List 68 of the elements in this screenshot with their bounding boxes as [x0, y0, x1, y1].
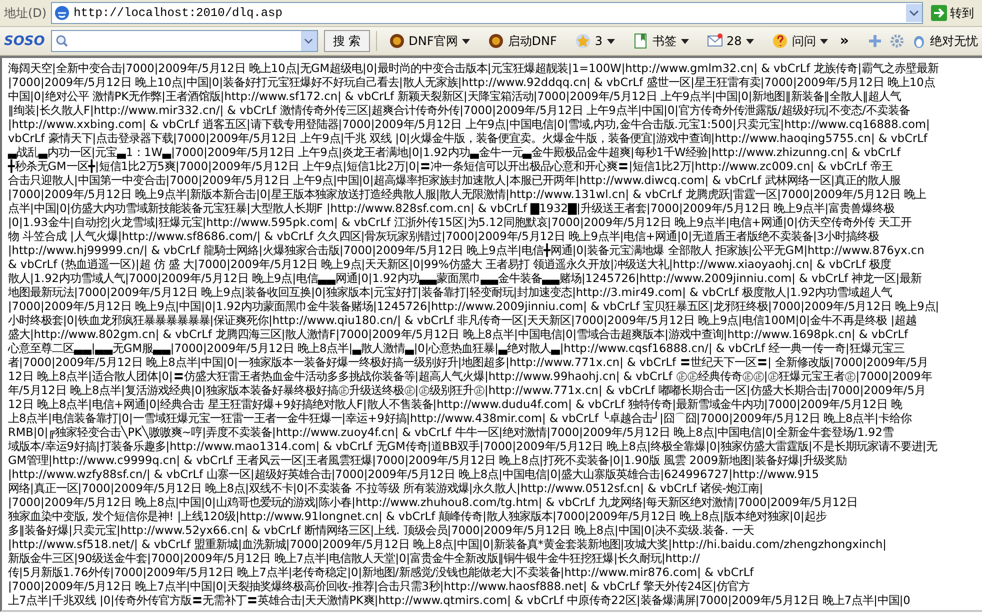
- text-line: |7000|2009年/5月12日 晚上10点|中国|0|装备好打元宝狂爆好不好玩自己看去|散人无家族|http://www.92ddqq.cn| & vbCrLf 盛世一区|星王狂雷有卖|7000|2009年/5月12日 晚上10点: [8, 76, 935, 90]
- text-line: 散人|1.92内功雪域人气|7000|2009年/5月12日 晚上9点|电信▃▃网通|0|1.92内功▃▃蒙面黑巾▃▃金牛装备▃▃赌场|1245726|http://www.2009jinniu.com| & vbCrLf 神龙一区|最新: [8, 272, 922, 286]
- arrow-icon: [931, 5, 947, 21]
- text-line: 小时终极套|0|铁血龙邪疯狂暴暴暴暴暴暴|保证爽死你|http://www.qiu180.cn/| & vbCrLf 非凡传奇一区|天天新区|7000|2009年/5月12日 晚上9点|电信100M|0|金牛不再是终极 |超越: [8, 314, 917, 328]
- toolbar-button[interactable]: 问问: [766, 32, 834, 50]
- text-line: |http://www.wzfy88sf.cn/| & vbCrLf 山寨一区|超级好英雄合击|7000|2009年/5月12日 晚上8点|中国电信|0|盛大山寨版英雄合击|624996727|http://www.915: [8, 468, 819, 482]
- text-line: |0|1.93金牛|自动挖|火龙雪域|狂爆元宝|http://www.595pk.com| & vbCrLf 江浙外传15区|为5.12同胞默哀|7000|2009年/5月12日 晚上9点半|电信+网通|0|仿天空传奇外传 天工开: [8, 216, 912, 230]
- text-line: RMB|0|╔独家轻变合击╲PK╲嗷嗷爽~哼|弄度不卖装备|http://www.zuoy4f.cn| & vbCrLf 牛牛一区|绝对激情|7000|2009年/5月12日 晚上8点|中国电信|0|全新金牛套登场/1.92雪: [8, 426, 894, 440]
- address-field[interactable]: http://localhost:2010/dlq.asp: [50, 2, 923, 24]
- caret-icon: [606, 38, 615, 44]
- dropdown-icon[interactable]: [906, 4, 922, 22]
- text-line: 中国|0|绝对公平 激情PK无作弊|王者酒馆版|http://www.sf172.cn| & vbCrLf 新颖天裂新区|天降宝箱活动|7000|2009年/5月12日 上午9点半|中国|0|新地图‖新装备‖全散人‖超人气: [8, 90, 902, 104]
- text-line: 网络|真正一区|7000|2009年/5月12日 晚上8点|双线不卡|0|不卖装备 不拉等级 所有装游戏爆|永久散人|http://www.0512sf.cn| & vbCrLf 诸侯-炮江南|: [8, 482, 764, 496]
- bookmark-icon: [632, 33, 649, 49]
- text-line: 心意至尊二区▃▃|▃▃无GM服▃▃|7000|2009年/5月12日 晚上8点半|▃散人激情▃|0|心意热血狂暴|▃绝对散人▃|http://www.cqsf16888.cn/| & vbCrLf 经一典一传一奇|狂爆元宝三: [8, 342, 904, 356]
- text-line: 年/5月12日 晚上8点半|复活游戏经典|0|独家版本装备好暴终极好搞㊣升级送终极㊣|㊣级别狂升㊣|http://www.771x.cn| & vbCrLf 嘟嘟长期合击一区|仿盛大长期合击|7000|2009年/5月: [8, 384, 926, 398]
- text-line: |7000|2009年/5月12日 晚上9点|中国|0|1.92内功蒙面黑巾金牛装备赌场|1245726|http://www.2009jinniu.com| & vbCrLf 宝贝狂暴五区|龙邪狂终极|7000|2009年/5月12日 晚上9点|: [8, 300, 940, 314]
- text-line: ▃战乱▃内功一区|元宝▃1：1W▃|7000|2009年/5月12日 上午9点|炎龙王者满地|0|1.92内功▃金牛一元▃金牛殿极品金牛超爽|每秒1千W经验|http://www.zhizunng.cn| & vbCrLf: [8, 146, 901, 159]
- text-line: 新版金牛三区|90级送金牛套|7000|2009年/5月12日 晚上7点半|电信散人天堂|0|富贵金牛全新改版‖铜牛银牛金牛狂挖狂爆|长久耐玩|http://: [8, 552, 700, 566]
- search-button[interactable]: 搜 索: [324, 30, 370, 52]
- address-label: 地址(D): [4, 4, 47, 22]
- text-line: 上8点半|电信装备靠打|0|一雪域狂爆元宝一狂雷一王者一金牛狂爆一|幸运+9好搞|http://www.438mir.com| & vbCrLf ╰卓越合击╯|囧⌒囧|7000|2009年/5月12日 晚上8点半|卡给你: [8, 412, 912, 426]
- text-line: ╋秒杀无GM一区╋|短信1比2万5爽|7000|2009年/5月12日 上午9点|短信1比2万|0|〓冲一条短信可以开出极品心意和开心爽〓|短信1比2万|http://www.zc009.cn| & vbCrLf 帝王: [8, 160, 892, 174]
- text-line: 独家血染中变版, 发个短信你是神! |上线120级|http://www.91longnet.cn| & vbCrLf 颠峰传奇|散人独家版本|7000|2009年/5月12日 晚上8点|版本绝对独家|0|起步: [8, 510, 826, 524]
- search-icon: [54, 34, 69, 48]
- search-logo[interactable]: SOSO: [4, 34, 45, 48]
- text-line: 域版本/幸运9好搞|打装备乐趣多|http://www.mao1314.com| & vbCrLf 无GM传奇|道BB双手|7000|2009年/5月12日 晚上8点|终极全靠爆|0|独家仿盛大雷霆版|不是长期玩家请不要进|无: [8, 440, 938, 454]
- text-line: GM管理|http://www.c9999q.cn| & vbCrLf 王者风云一区|王者風雲狂爆|7000|2009年/5月12日 晚上8点|打死不卖装备|0|1.90版 風雲 2009新地图|装备好爆|升级奖励: [8, 454, 847, 468]
- caret-icon: [680, 38, 689, 44]
- text-line: 多‖装备好爆|只卖元宝|http://www.52yx66.cn| & vbCrLf 断情网络三区|上线. 顶级会员|7000|2009年/5月12日 晚上8点|中国|0|决不卖级.装备. 一天: [8, 524, 754, 538]
- text-line: |7000|2009年/5月12日 晚上7点半|中国|0|天裂抽奖爆终极高价回收-推荐|合击只需3秒|http://www.haosf888.net| & vbCrLf 擎天外传24区|仿官方: [8, 580, 750, 594]
- text-line: 传|5月新版1.76外传|7000|2009年/5月12日 晚上7点半|老传奇稳定|0|新地图/新感觉/没钱也能做老大|不卖装备|http://www.mir876.com| & vbCrLf: [8, 566, 754, 580]
- text-line: & vbCrLf (热血逍遥一区)|超 仿 盛 大|7000|2009年/5月12日 晚上9点|天天新区|0|99%仿盛大 王者易打 领逍遥永久开放|冲级送大礼|http://www.xiaoyaohj.cn| & vbCrLf 极度: [8, 258, 892, 272]
- text-line: |7000|2009年/5月12日 晚上9点半|新版本新合击|0|星王版本独家放送打造经典散人服|散人无限激情|http://www.131wl.cn| & vbCrLf 龙腾虎跃|雷霆一区|7000|2009年/5月12日 晚上: [8, 188, 926, 202]
- go-button[interactable]: 转到: [927, 4, 978, 22]
- text-line: |http://www.xxbing.com| & vbCrLf 逍客五区|请下载专用登陆器|7000|2009年/5月12日 上午9点|中国电信|0|雪域,内功,金牛合击版.元宝1:500|只卖元宝|http://www.cq16888.com|: [8, 118, 930, 132]
- search-field[interactable]: [50, 30, 318, 52]
- settings-icon[interactable]: [889, 33, 905, 49]
- text-line: 12日 晚上8点半|电信+网通|0|经典合击 星王狂雷好爆+9好搞绝对散人F|散人不售装备|http://www.dudu4f.com| & vbCrLf 独特传奇|最新雪域金牛内功|7000|2009年/5月12日 晚: [8, 398, 902, 411]
- text-line: |http://www.hj99999.cn/| & vbCrLf 龍騎士网絡|火爆独家合击版|7000|2009年/5月12日 晚上9点半|电信╋网通|0|装备元宝满地爆 全部散人 拒家族|公平无GM|http://www.876yx.cn: [8, 244, 924, 258]
- text-line: |http://www.sf518.net/| & vbCrLf 盟重新城|血洗新城|7000|2009年/5月12日 晚上8点|中国|0|新装备真*黄金套装新地图|攻城大奖|http://hi.baidu.com/zhengzhongxinch|: [8, 538, 886, 552]
- text-line: 海阔天空|全新中变合击|7000|2009年/5月12日 晚上10点|无GM超级电|0|最时尚的中变合击版本|元宝狂爆超靓装|1=100W|http://www.gmlm32.cn| & vbCrLf 龙族传奇|霸气之赤壁最新: [8, 62, 939, 76]
- plus-icon[interactable]: [867, 33, 883, 49]
- text-line: 地图最新玩法|7000|2009年/5月12日 晚上9点|装备收回互换|0|独家版本|元宝好打|装备靠打|轻变耐玩|封加速变态|http://3.mir49.com| & vbCrLf 极度散人|1.92内功雪域超人气: [8, 286, 892, 300]
- toolbar-button[interactable]: 3: [568, 33, 621, 49]
- text-line: 物 斗笠合成 |人气火爆|http://www.sf8686.com/| & vbCrLf 久久四区|骨灰玩家别错过|7000|2009年/5月12日 晚上9点半|电信+网通|0|无道盾王者版绝不卖装备|3小时搞终极: [8, 230, 879, 243]
- star-icon: [574, 33, 591, 49]
- text-line: |7000|2009年/5月12日 晚上8点|中国|0|山鸡哥也爱玩的游戏|陈小春|http://www.zhuhou8.com/tg.htm| & vbCrLf 九龙网络|每天新区绝对激情|7000|2009年/5月12日: [8, 496, 858, 510]
- text-line: 盛大|http://www.802gm.cn| & vbCrLf 龙腾四海三区|散人激情F|7000|2009年/5月12日 晚上8点半|中国电信|0|雪域合击超爽版本|游戏中查询|http://www.1698pk.cn| & vbCrLf: [8, 328, 908, 342]
- caret-icon: [462, 38, 470, 44]
- text-line: 点半|中国|0|仿盛大内功雪域新技能装备元宝狂暴|大型散人长期F |http://www.828sf.com.cn| & vbCrLf ▇1932▇|升级送王者套|7000|2009年/5月12日 晚上9点半|富贵兽爆终极: [8, 202, 895, 216]
- text-line: ‖绚装|长久散人F|http://www.mir332.cn/| & vbCrLf 激情传奇外传三区|超爽合计传奇外传|7000|2009年/5月12日 上午9点半|中国|0|官方传奇外传泄露版/超级好玩|不变态/不卖装备: [8, 104, 910, 118]
- text-line: 者|7000|2009年/5月12日 晚上8点半|中国|0|一独家版本一装备好爆一终极好搞一级别好升|地图超多|http://www.771x.cn| & vbCrLf 〓世纪天下一区〓| 全新修改版|7000|2009年/5月: [8, 356, 928, 370]
- more-button[interactable]: »: [840, 33, 849, 49]
- dropdown-icon[interactable]: [300, 31, 317, 51]
- caret-icon: [746, 38, 754, 44]
- user-button[interactable]: 绝对无忧: [911, 32, 978, 50]
- caret-icon: [820, 38, 828, 44]
- text-line: 12日 晚上8点半|适合散人团体|0|〓仿盛大狂雷王者热血金牛活动多多挑战你装备等|超高人气火爆|http://www.99haohj.cn| & vbCrLf ㊣㊣经典传奇㊣㊣|㊣狂爆元宝王者㊣|7000|2009年: [8, 370, 932, 384]
- mail-icon: [706, 33, 723, 49]
- question-icon: [772, 33, 788, 49]
- text-line: 合击只迎散人|中国第一中变合击|7000|2009年/5月12日 上午9点|中国|0|超高爆率拒家族封加速散人|本服已开两年|http://www.diwcq.com| & vbCrLf 武林网络一区|真正的散人服: [8, 174, 901, 188]
- text-line: 上7点半|千兆双线 |0|传奇外传官方版〓无需补丁〓英雄合击|天天激情PK爽|http://www.qtmirs.com| & vbCrLf 中原传奇22区|装备爆满屏|7000|2009年/5月12日 晚上7点半|中国|0: [8, 594, 910, 608]
- toolbar-button[interactable]: 启动DNF: [482, 32, 563, 50]
- text-line: vbCrLf 豪情天下|点击登录器下载|7000|2009年/5月12日 上午9点|千兆 双线 |0|火爆金牛版，装备便宜卖。火爆金牛版，装备便宜|游戏中查询|http://www.haoqing5755.cn| & vbCrLf: [8, 132, 928, 146]
- toolbar-button[interactable]: 28: [700, 33, 760, 49]
- toolbar-button[interactable]: DNF官网: [382, 32, 476, 50]
- toolbar-button[interactable]: 书签: [626, 32, 695, 50]
